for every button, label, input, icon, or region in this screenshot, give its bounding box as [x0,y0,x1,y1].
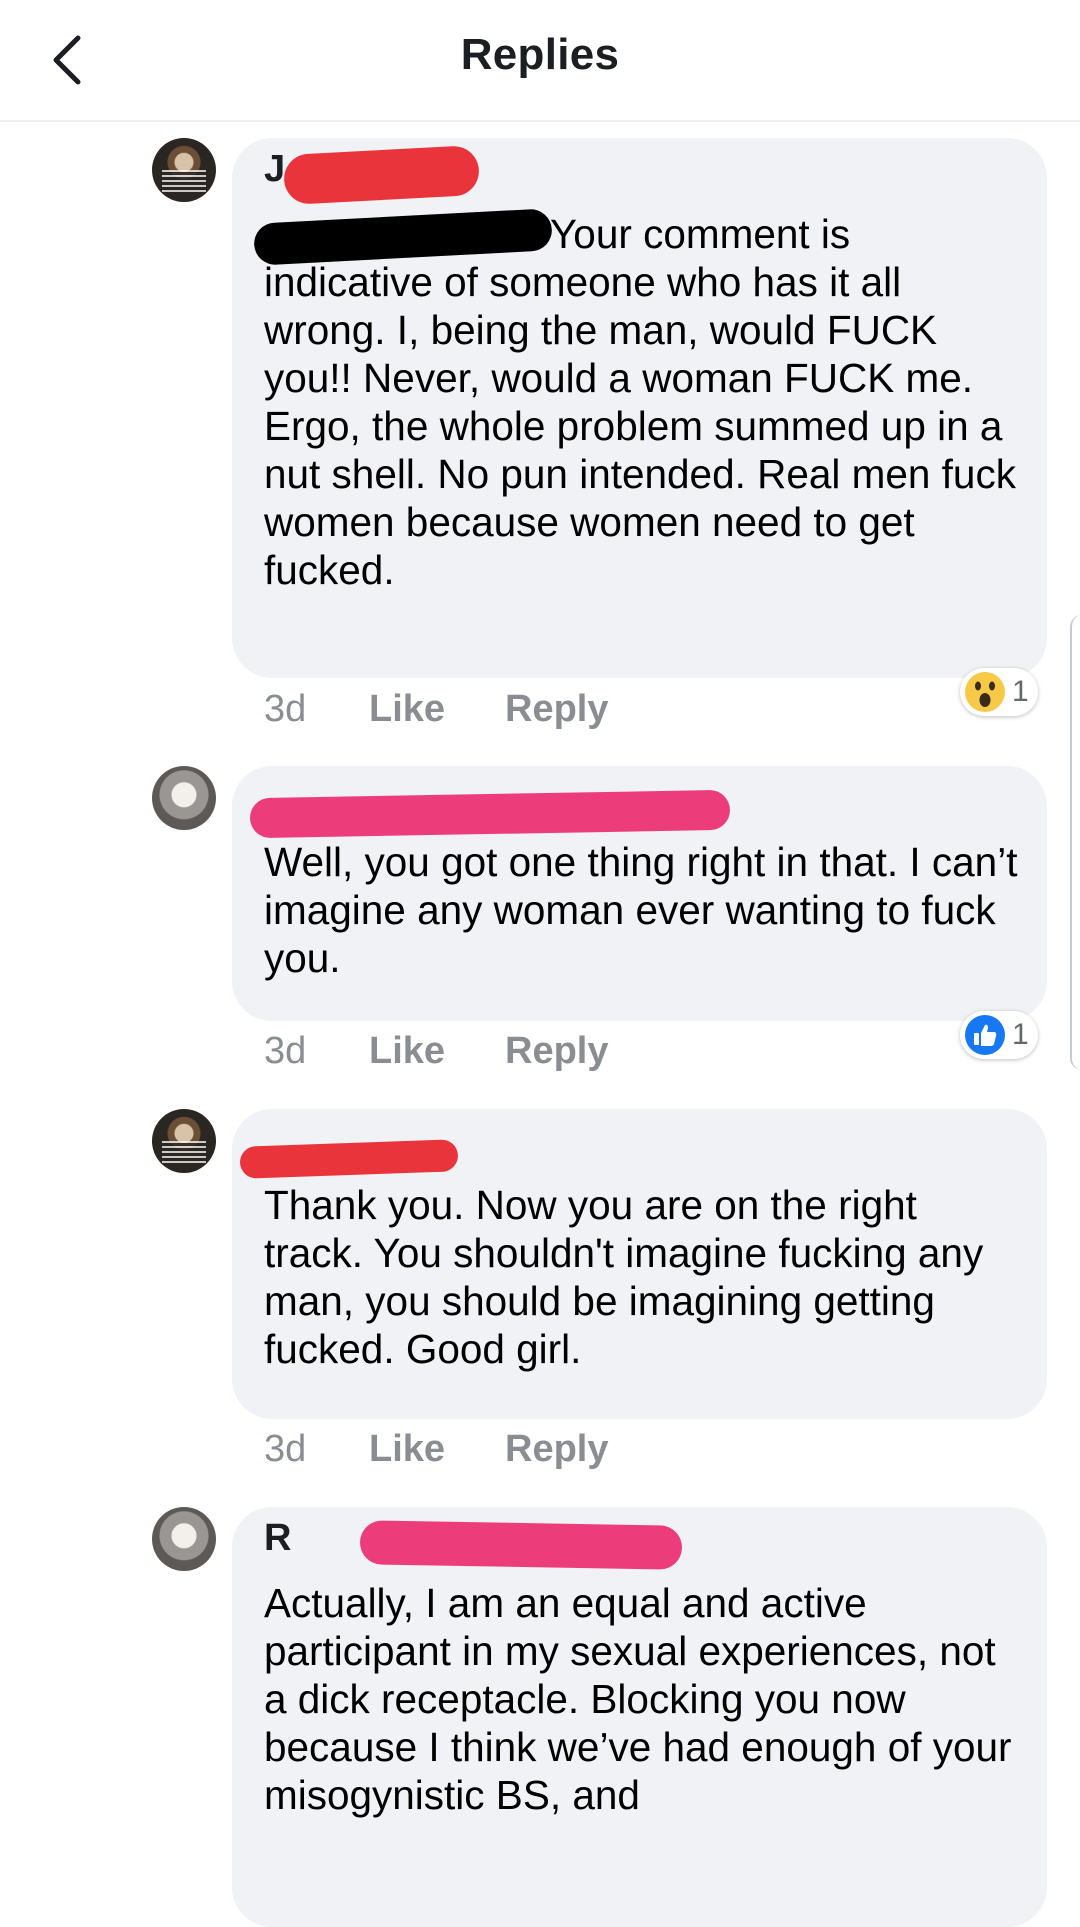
comment-time: 3d [264,1427,307,1470]
comment-bubble: J Your comment is indicative of someone … [232,138,1047,678]
comment-text: Well, you got one thing right in that. I… [264,839,1029,981]
like-button[interactable]: Like [369,1030,505,1073]
wow-icon [965,672,1005,712]
redaction-mark [249,789,731,839]
like-button[interactable]: Like [369,1428,505,1471]
comment-bubble: Well, you got one thing right in that. I… [232,766,1047,1021]
reply-button[interactable]: Reply [505,1428,608,1471]
comment-time: 3d [264,1029,307,1072]
comment-actions: 3d Like Reply [264,1026,608,1076]
comment-bubble: Thank you. Now you are on the right trac… [232,1109,1047,1419]
reply-button[interactable]: Reply [505,688,608,731]
scrollbar[interactable] [1070,615,1080,1070]
comment-time: 3d [264,687,307,730]
reaction-count: 1 [1012,675,1029,708]
comment-author[interactable]: R [264,1517,291,1565]
like-button[interactable]: Like [369,688,505,731]
redaction-mark [239,1139,459,1179]
redaction-mark [282,144,481,206]
reaction-count: 1 [1012,1018,1029,1051]
avatar[interactable] [152,766,216,830]
avatar[interactable] [152,138,216,202]
comment-text: Actually, I am an equal and active parti… [264,1580,1023,1818]
like-icon [965,1015,1005,1055]
reaction-badge[interactable]: 1 [960,668,1038,716]
comment-bubble: R Actually, I am an equal and active par… [232,1507,1047,1927]
reaction-badge[interactable]: 1 [960,1011,1038,1059]
reply-button[interactable]: Reply [505,1030,608,1073]
comment-text: Thank you. Now you are on the right trac… [264,1182,995,1372]
avatar[interactable] [152,1507,216,1571]
avatar[interactable] [152,1109,216,1173]
redaction-mark [359,1520,683,1570]
comment-author[interactable]: J [264,148,285,196]
comment-text: Your comment is indicative of someone wh… [264,211,1028,593]
page-title: Replies [460,30,620,79]
comment-actions: 3d Like Reply [264,684,608,734]
comment-actions: 3d Like Reply [264,1424,608,1474]
header-bar: Replies [0,0,1080,122]
